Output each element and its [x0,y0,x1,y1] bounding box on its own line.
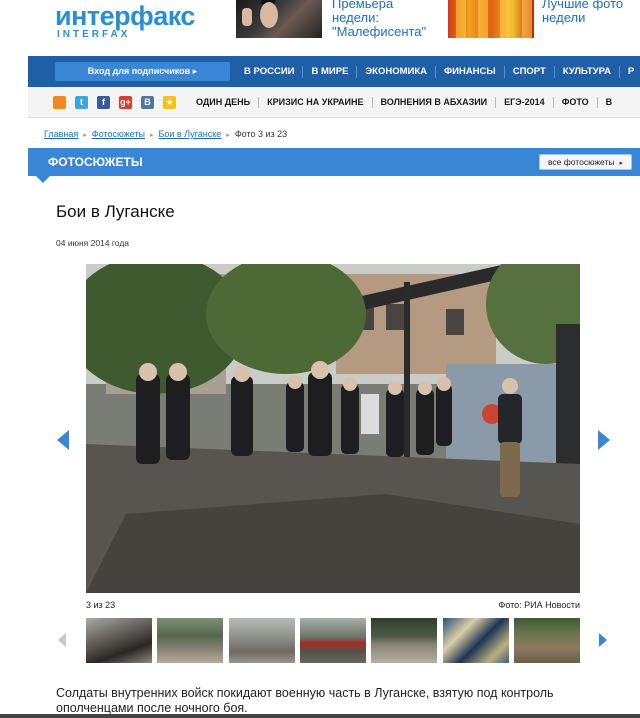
all-photostories-label: все фотосюжеты [548,157,615,167]
favorite-star-icon[interactable]: ★ [163,96,176,109]
article-title: Бои в Луганске [56,202,175,221]
thumbnail-5[interactable] [371,618,438,663]
thumbnail-1[interactable] [86,618,152,663]
google-plus-icon[interactable]: g+ [119,96,132,109]
nav-item-sport[interactable]: СПОРТ [503,65,554,78]
chevron-right-icon: ▸ [619,160,623,167]
logo-wordmark: интерфакс [55,1,195,31]
main-photo[interactable] [86,264,580,593]
twitter-icon[interactable]: t [75,96,88,109]
photo-credit: Фото: РИА Новости [498,600,581,610]
topic-abkhazia-unrest[interactable]: ВОЛНЕНИЯ В АБХАЗИИ [371,97,496,108]
logo-subtitle: INTERFAX [57,29,131,40]
interfax-logo[interactable]: интерфакс INTERFAX [55,2,195,40]
all-photostories-button[interactable]: все фотосюжеты ▸ [539,154,632,170]
thumbnail-strip [86,618,580,663]
promo-link-maleficent[interactable]: Премьера недели: "Малефисента" [332,0,442,39]
topic-ukraine-crisis[interactable]: КРИЗИС НА УКРАИНЕ [258,97,371,108]
window-bottom-edge [0,714,640,718]
next-photo-arrow-icon[interactable] [598,430,610,450]
main-navigation: Вход для подписчиков ▸ В РОССИИ В МИРЕ Э… [28,56,640,87]
previous-photo-arrow-icon[interactable] [57,430,69,450]
photo-caption: Солдаты внутренних войск покидают военну… [56,686,554,715]
nav-item-world[interactable]: В МИРЕ [302,65,356,78]
breadcrumb-current: Фото 3 из 23 [234,129,288,139]
facebook-icon[interactable]: f [97,96,110,109]
breadcrumb-photostories[interactable]: Фотосюжеты [92,129,145,139]
nav-item-economy[interactable]: ЭКОНОМИКА [356,65,435,78]
site-header: интерфакс INTERFAX Премьера недели: "Мал… [0,0,640,52]
photo-counter: 3 из 23 [86,600,116,610]
topic-one-day[interactable]: ОДИН ДЕНЬ [188,97,258,108]
thumbnail-6[interactable] [442,618,509,663]
thumbnail-7[interactable] [513,618,580,663]
breadcrumb-story[interactable]: Бои в Луганске [158,129,221,139]
topic-photo[interactable]: ФОТО [552,97,597,108]
breadcrumb-home[interactable]: Главная [44,129,78,139]
thumbnails-prev-arrow-icon[interactable] [58,633,66,647]
breadcrumb-separator: ▸ [149,132,154,139]
nav-item-finance[interactable]: ФИНАНСЫ [435,65,504,78]
secondary-navigation: t f g+ B ★ ОДИН ДЕНЬ КРИЗИС НА УКРАИНЕ В… [28,87,640,118]
photo-illustration [86,264,580,593]
social-links: t f g+ B ★ [53,96,185,109]
promo-link-best-photos[interactable]: Лучшие фото недели [542,0,638,25]
nav-item-russia[interactable]: В РОССИИ [236,66,302,78]
topic-ege-2014[interactable]: ЕГЭ-2014 [495,97,553,108]
nav-item-culture[interactable]: КУЛЬТУРА [553,65,619,78]
nav-item-more[interactable]: Р [619,65,640,78]
promo-image-best-photos[interactable] [448,0,534,38]
vkontakte-icon[interactable]: B [141,96,154,109]
breadcrumb: Главная ▸ Фотосюжеты ▸ Бои в Луганске ▸ Фото 3… [44,129,287,139]
article-date: 04 июня 2014 года [56,238,130,248]
promo-image-maleficent[interactable] [236,0,322,38]
breadcrumb-separator: ▸ [83,132,87,139]
rss-icon[interactable] [53,96,66,109]
subscriber-login-button[interactable]: Вход для подписчиков ▸ [55,62,230,81]
breadcrumb-separator: ▸ [226,132,230,139]
section-header: ФОТОСЮЖЕТЫ все фотосюжеты ▸ [28,148,640,176]
thumbnails-next-arrow-icon[interactable] [599,633,607,647]
section-notch [36,176,50,183]
thumbnail-3[interactable] [228,618,295,663]
thumbnail-4[interactable] [299,618,366,663]
section-title: ФОТОСЮЖЕТЫ [48,155,143,169]
topic-more[interactable]: В [596,97,621,108]
thumbnail-2[interactable] [157,618,224,663]
